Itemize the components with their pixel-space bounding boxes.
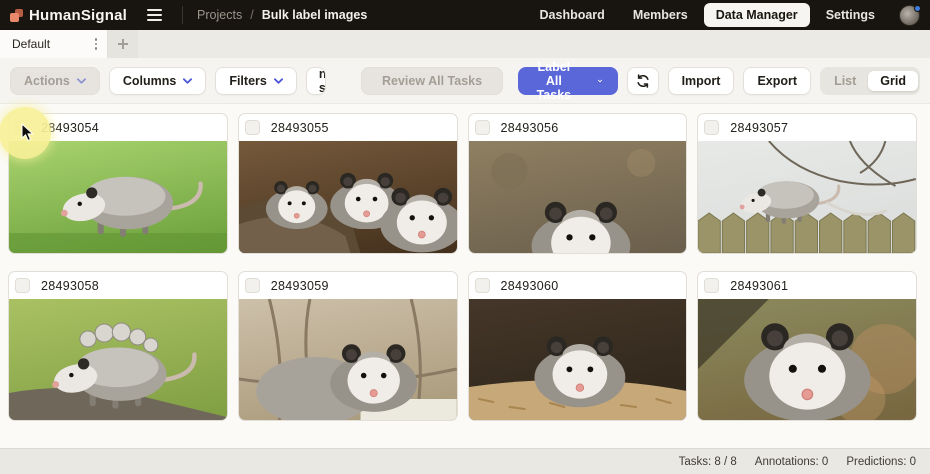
breadcrumb-separator: / <box>250 8 253 22</box>
task-image <box>469 141 687 253</box>
task-card[interactable]: 28493054 <box>8 113 228 254</box>
task-checkbox[interactable] <box>245 278 260 293</box>
tasks-count: Tasks: 8 / 8 <box>679 456 737 468</box>
breadcrumb-projects[interactable]: Projects <box>197 8 242 22</box>
brand-logo[interactable]: HumanSignal <box>10 7 127 24</box>
task-card[interactable]: 28493060 <box>468 271 688 421</box>
task-id: 28493057 <box>730 121 788 135</box>
task-card[interactable]: 28493058 <box>8 271 228 421</box>
task-card[interactable]: 28493059 <box>238 271 458 421</box>
review-all-label: Review All Tasks <box>382 74 482 88</box>
task-id: 28493060 <box>501 279 559 293</box>
task-id: 28493056 <box>501 121 559 135</box>
task-image <box>9 299 227 420</box>
card-header: 28493057 <box>698 114 916 141</box>
chevron-down-icon <box>77 78 86 84</box>
toolbar-right-group: Import Export List Grid <box>627 67 920 95</box>
tab-default[interactable]: Default <box>0 30 108 58</box>
humansignal-logo-icon <box>10 9 23 22</box>
task-checkbox[interactable] <box>704 120 719 135</box>
add-tab-button[interactable] <box>108 30 138 58</box>
kebab-vertical-icon[interactable] <box>91 34 102 54</box>
task-checkbox[interactable] <box>475 120 490 135</box>
breadcrumb: Projects / Bulk label images <box>197 8 367 22</box>
card-header: 28493061 <box>698 272 916 299</box>
filters-label: Filters <box>229 74 267 88</box>
task-image <box>698 299 916 420</box>
card-header: 28493059 <box>239 272 457 299</box>
chevron-down-icon <box>183 78 192 84</box>
annotations-count: Annotations: 0 <box>755 456 829 468</box>
nav-dashboard[interactable]: Dashboard <box>528 3 617 27</box>
ordering-value[interactable]: not set <box>307 68 326 94</box>
actions-dropdown[interactable]: Actions <box>10 67 100 95</box>
label-all-tasks-button[interactable]: Label All Tasks <box>518 67 618 95</box>
avatar[interactable] <box>899 5 920 26</box>
card-header: 28493060 <box>469 272 687 299</box>
task-image <box>9 141 227 253</box>
import-label: Import <box>682 74 721 88</box>
task-image <box>698 141 916 253</box>
task-id: 28493061 <box>730 279 788 293</box>
brand-name: HumanSignal <box>29 7 127 24</box>
task-checkbox[interactable] <box>245 120 260 135</box>
predictions-count: Predictions: 0 <box>846 456 916 468</box>
top-navigation: Dashboard Members Data Manager Settings <box>528 3 920 27</box>
card-header: 28493058 <box>9 272 227 299</box>
nav-data-manager[interactable]: Data Manager <box>704 3 810 27</box>
task-card[interactable]: 28493057 <box>697 113 917 254</box>
refresh-arrows-icon <box>636 74 650 88</box>
import-button[interactable]: Import <box>668 67 735 95</box>
view-tab-bar: Default <box>0 30 930 58</box>
chevron-down-icon <box>274 78 283 84</box>
task-image <box>239 299 457 420</box>
card-header: 28493054 <box>9 114 227 141</box>
task-grid: 28493054 28493055 <box>8 113 917 421</box>
task-card[interactable]: 28493056 <box>468 113 688 254</box>
task-card[interactable]: 28493061 <box>697 271 917 421</box>
task-id: 28493058 <box>41 279 99 293</box>
refresh-button[interactable] <box>627 67 659 95</box>
task-id: 28493055 <box>271 121 329 135</box>
task-image <box>239 141 457 253</box>
task-id: 28493059 <box>271 279 329 293</box>
filters-dropdown[interactable]: Filters <box>215 67 297 95</box>
ordering-control: not set <box>306 67 326 95</box>
hamburger-menu-icon[interactable] <box>141 5 168 25</box>
card-header: 28493056 <box>469 114 687 141</box>
tab-label: Default <box>12 37 50 51</box>
nav-settings[interactable]: Settings <box>814 3 887 27</box>
task-checkbox[interactable] <box>15 278 30 293</box>
online-dot-icon <box>914 5 921 12</box>
task-card[interactable]: 28493055 <box>238 113 458 254</box>
view-mode-toggle: List Grid <box>820 67 920 95</box>
mouse-cursor-icon <box>21 123 34 142</box>
task-grid-view: 28493054 28493055 <box>0 104 930 421</box>
top-bar: HumanSignal Projects / Bulk label images… <box>0 0 930 30</box>
task-image <box>469 299 687 420</box>
nav-members[interactable]: Members <box>621 3 700 27</box>
columns-dropdown[interactable]: Columns <box>109 67 206 95</box>
review-all-tasks-button[interactable]: Review All Tasks <box>361 67 503 95</box>
chevron-down-icon <box>598 78 602 84</box>
task-id: 28493054 <box>41 121 99 135</box>
status-bar: Tasks: 8 / 8 Annotations: 0 Predictions:… <box>0 448 930 474</box>
label-all-label: Label All Tasks <box>534 60 574 102</box>
breadcrumb-current-page: Bulk label images <box>262 8 368 22</box>
view-list-button[interactable]: List <box>822 71 868 91</box>
view-grid-button[interactable]: Grid <box>868 71 918 91</box>
columns-label: Columns <box>123 74 176 88</box>
actions-label: Actions <box>24 74 70 88</box>
export-button[interactable]: Export <box>743 67 811 95</box>
task-checkbox[interactable] <box>704 278 719 293</box>
topbar-divider <box>182 6 183 24</box>
plus-icon <box>117 38 129 50</box>
task-checkbox[interactable] <box>475 278 490 293</box>
export-label: Export <box>757 74 797 88</box>
card-header: 28493055 <box>239 114 457 141</box>
data-manager-toolbar: Actions Columns Filters not set Review A… <box>0 58 930 104</box>
